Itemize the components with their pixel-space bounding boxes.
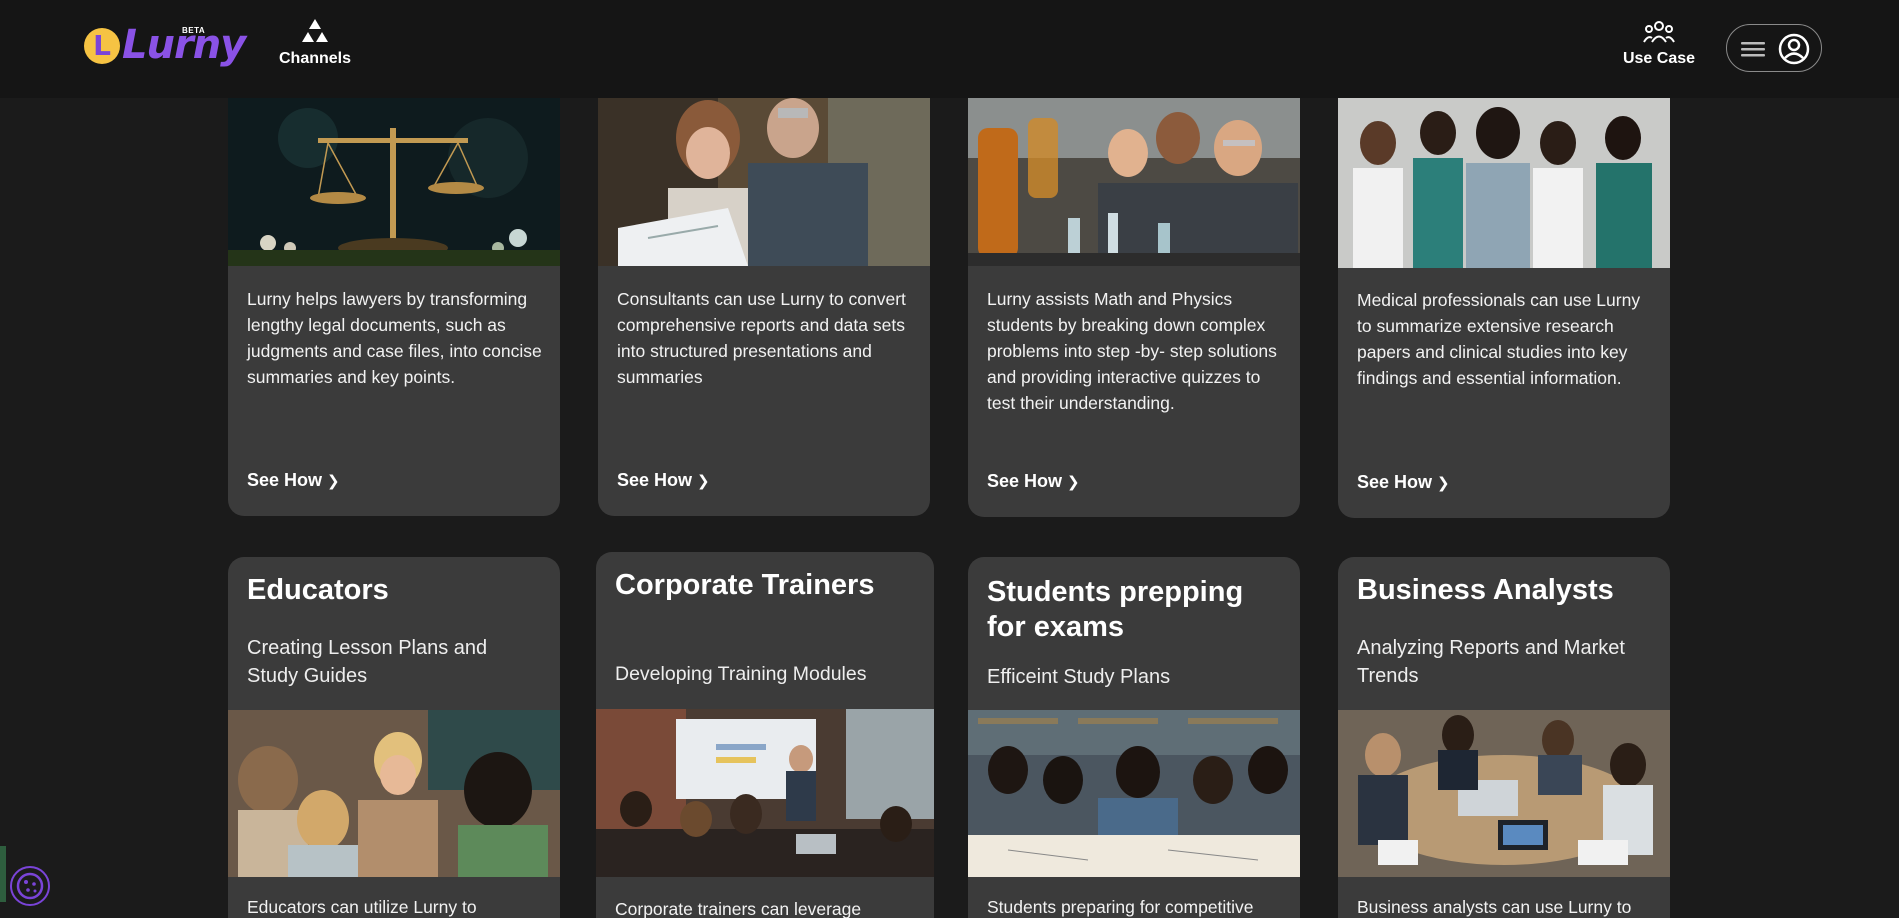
use-case-card-lawyers: Lurny helps lawyers by transforming leng… [228,98,560,516]
see-how-link[interactable]: See How ❯ [987,471,1080,492]
nav-use-case-label: Use Case [1622,50,1696,67]
nav-use-case[interactable]: Use Case [1614,18,1704,68]
card-image-students-studying [968,710,1300,877]
see-how-link[interactable]: See How ❯ [617,470,710,491]
see-how-link[interactable]: See How ❯ [247,470,340,491]
use-case-card-math-physics: Lurny assists Math and Physics students … [968,98,1300,517]
card-image-consultants-meeting [598,98,930,266]
card-image-students-lab [968,98,1300,266]
card-description: Lurny assists Math and Physics students … [987,289,1277,413]
card-image-classroom [228,710,560,877]
use-case-card-consultants: Consultants can use Lurny to convert com… [598,98,930,516]
cookie-icon [16,872,44,900]
chevron-right-icon: ❯ [327,473,340,490]
card-image-analysts-meeting [1338,710,1670,877]
see-how-label: See How [987,471,1063,491]
card-image-scales-of-justice [228,98,560,266]
card-description: Business analysts can use Lurny to [1357,897,1632,917]
triangles-icon [302,19,328,42]
cookie-settings-button[interactable] [10,866,50,906]
card-description: Lurny helps lawyers by transforming leng… [247,289,542,387]
card-description: Educators can utilize Lurny to [247,897,477,917]
chevron-right-icon: ❯ [1067,474,1080,491]
logo-mark: L [84,28,120,64]
card-image-medical-team [1338,98,1670,268]
account-menu-button[interactable] [1726,24,1822,72]
card-title: Educators [247,574,389,606]
chevron-right-icon: ❯ [697,473,710,490]
see-how-label: See How [1357,472,1433,492]
hamburger-icon [1741,42,1765,57]
user-circle-icon [1778,33,1810,65]
card-title: Students prepping for exams [987,576,1244,643]
card-title: Business Analysts [1357,574,1614,606]
see-how-link[interactable]: See How ❯ [1357,472,1450,493]
use-case-card-educators: Educators Creating Lesson Plans and Stud… [228,557,560,918]
use-case-card-corporate-trainers: Corporate Trainers Developing Training M… [596,552,934,918]
nav-channels-label: Channels [278,50,351,67]
chevron-right-icon: ❯ [1437,475,1450,492]
beta-badge: BETA [182,26,206,35]
card-subtitle: Efficeint Study Plans [987,666,1171,688]
use-case-card-medical: Medical professionals can use Lurny to s… [1338,98,1670,518]
see-how-label: See How [617,470,693,490]
use-case-card-business-analysts: Business Analysts Analyzing Reports and … [1338,557,1670,918]
nav-channels[interactable]: Channels [272,18,358,68]
card-subtitle: Creating Lesson Plans and Study Guides [247,637,488,687]
top-navbar: L Lurny BETA Channels Use Case [0,0,1899,98]
side-widget-tab[interactable] [0,846,6,902]
card-title: Corporate Trainers [615,569,875,601]
card-subtitle: Developing Training Modules [615,663,867,685]
group-icon [1643,21,1675,43]
card-description: Corporate trainers can leverage [615,899,862,918]
see-how-label: See How [247,470,323,490]
card-image-training-room [596,709,934,877]
card-description: Consultants can use Lurny to convert com… [617,289,906,387]
lurny-logo[interactable]: L Lurny BETA [84,22,246,74]
card-description: Students preparing for competitive [987,897,1254,917]
card-subtitle: Analyzing Reports and Market Trends [1357,637,1625,687]
card-description: Medical professionals can use Lurny to s… [1357,290,1641,388]
use-case-card-students-exams: Students prepping for exams Efficeint St… [968,557,1300,918]
